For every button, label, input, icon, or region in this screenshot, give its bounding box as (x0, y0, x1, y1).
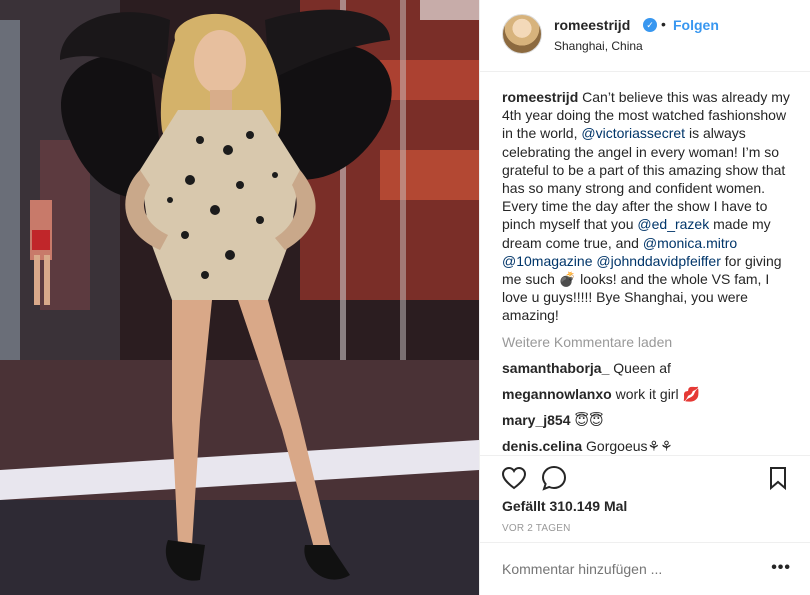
comment-item: samanthaborja_ Queen af (502, 359, 792, 377)
comment-username[interactable]: samanthaborja_ (502, 360, 609, 376)
instagram-post: romeestrijd ✓ • Folgen Shanghai, China r… (0, 0, 810, 595)
mention-link[interactable]: @monica.mitro (643, 235, 737, 251)
mention-link[interactable]: @johnddavidpfeiffer (596, 253, 720, 269)
post-location[interactable]: Shanghai, China (554, 39, 643, 53)
comments-section: romeestrijd Can’t believe this was alrea… (502, 88, 792, 456)
post-timestamp[interactable]: VOR 2 TAGEN (502, 523, 571, 534)
separator-dot: • (661, 16, 666, 32)
comment-icon[interactable] (540, 464, 568, 492)
more-options-icon[interactable]: ••• (771, 559, 791, 577)
mention-link[interactable]: @victoriassecret (581, 125, 685, 141)
post-header: romeestrijd ✓ • Folgen Shanghai, China (480, 0, 810, 72)
load-more-comments-button[interactable]: Weitere Kommentare laden (502, 333, 792, 351)
comment-item: mary_j854 😇😇 (502, 411, 792, 429)
post-sidebar: romeestrijd ✓ • Folgen Shanghai, China r… (479, 0, 810, 595)
runway-photo (0, 0, 479, 595)
add-comment-bar: ••• (480, 542, 810, 595)
bookmark-icon[interactable] (764, 464, 792, 492)
comment-username[interactable]: denis.celina (502, 438, 582, 454)
post-photo[interactable] (0, 0, 479, 595)
likes-count[interactable]: Gefällt 310.149 Mal (502, 498, 627, 514)
comment-username[interactable]: megannowlanxo (502, 386, 612, 402)
comment-input[interactable] (502, 561, 762, 577)
comment-text: Queen af (609, 359, 671, 376)
comment-text: Gorgoeus⚘⚘ (582, 438, 673, 455)
post-caption: romeestrijd Can’t believe this was alrea… (502, 88, 792, 325)
mention-link[interactable]: @10magazine (502, 253, 593, 269)
avatar[interactable] (502, 14, 542, 54)
caption-username[interactable]: romeestrijd (502, 89, 578, 105)
comment-text: work it girl 💋 (611, 386, 700, 403)
mention-link[interactable]: @ed_razek (637, 216, 709, 232)
heart-icon[interactable] (500, 464, 528, 492)
comment-item: megannowlanxo work it girl 💋 (502, 385, 792, 403)
follow-button[interactable]: Folgen (673, 17, 719, 33)
comment-item: denis.celina Gorgoeus⚘⚘ (502, 437, 792, 455)
comment-text: 😇😇 (570, 412, 604, 429)
post-username[interactable]: romeestrijd (554, 17, 630, 33)
verified-badge-icon: ✓ (643, 18, 657, 32)
comment-username[interactable]: mary_j854 (502, 412, 571, 428)
